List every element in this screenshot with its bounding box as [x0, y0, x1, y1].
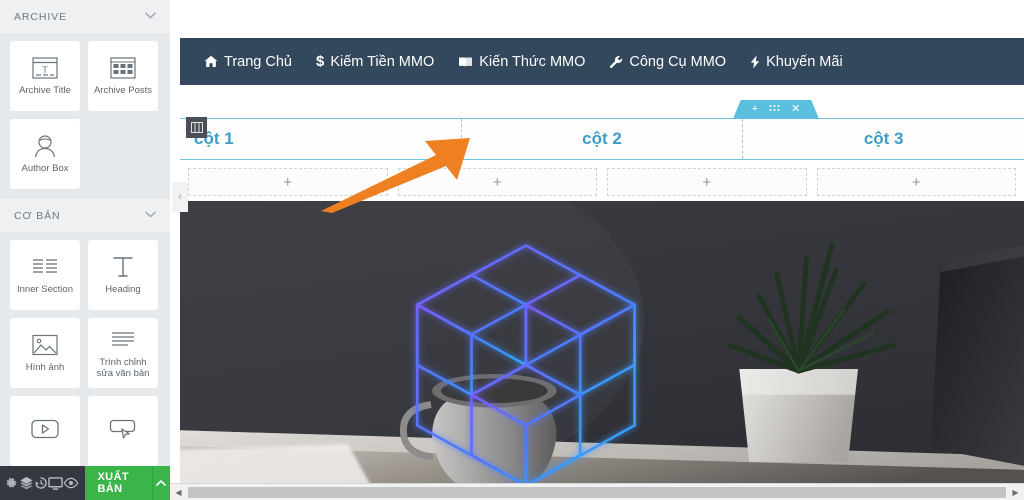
column-label: cột 3: [863, 129, 904, 148]
panel-section-header-archive[interactable]: ARCHIVE: [0, 0, 170, 33]
widget-grid-archive: T Archive Title Archive Posts Author Box: [0, 33, 170, 199]
chevron-down-icon[interactable]: [145, 11, 156, 22]
home-icon: [204, 55, 218, 68]
horizontal-scrollbar[interactable]: ◀ ▶: [170, 483, 1024, 500]
nav-item-label: Công Cụ MMO: [629, 53, 727, 70]
add-section-icon[interactable]: +: [752, 104, 758, 115]
add-widget-box-3[interactable]: +: [607, 168, 807, 196]
responsive-mode-icon[interactable]: [48, 466, 64, 500]
widget-tile-archive-title[interactable]: T Archive Title: [10, 41, 80, 111]
widget-tile-text-editor[interactable]: Trình chỉnh sửa văn bản: [88, 318, 158, 388]
bolt-icon: [750, 55, 760, 69]
nav-item-cong-cu-mmo[interactable]: Công Cụ MMO: [597, 54, 738, 70]
text-editor-icon: [109, 327, 137, 353]
scrollbar-thumb[interactable]: [188, 486, 1006, 498]
widget-tile-author-box[interactable]: Author Box: [10, 119, 80, 189]
wrench-icon: [609, 55, 623, 69]
plus-icon: +: [283, 173, 293, 191]
archive-posts-icon: [109, 55, 137, 81]
nav-item-label: Khuyến Mãi: [766, 53, 843, 70]
column-layout-icon[interactable]: [186, 117, 207, 138]
close-section-icon[interactable]: ✕: [791, 104, 800, 115]
editor-canvas[interactable]: Trang Chủ $ Kiếm Tiền MMO Kiến Thức MMO …: [170, 0, 1024, 500]
column-label: cột 1: [194, 129, 234, 148]
add-widget-box-4[interactable]: +: [816, 168, 1016, 196]
layers-navigator-icon[interactable]: [19, 466, 34, 500]
image-icon: [31, 332, 59, 358]
hero-image: [180, 201, 1024, 500]
plus-icon: +: [492, 173, 502, 191]
widget-tile-label: Author Box: [21, 163, 69, 175]
settings-gear-icon[interactable]: [4, 466, 19, 500]
author-box-icon: [31, 133, 59, 159]
video-icon: [31, 416, 59, 442]
widget-tile-label: Heading: [105, 284, 141, 296]
publish-button-label: XUẤT BẢN: [97, 471, 129, 495]
plus-icon: +: [911, 173, 921, 191]
book-icon: [458, 56, 473, 68]
archive-title-icon: T: [31, 55, 59, 81]
nav-item-label: Trang Chủ: [224, 53, 292, 70]
dollar-icon: $: [315, 53, 325, 70]
widget-tile-label: Archive Posts: [93, 85, 153, 97]
widget-tile-label: Archive Title: [19, 85, 71, 97]
panel-section-title: CƠ BẢN: [14, 209, 61, 222]
caret-up-icon[interactable]: [151, 466, 171, 500]
desk-photo-with-neon-cube: [180, 201, 1024, 498]
widget-tile-video[interactable]: [10, 396, 80, 466]
column-1[interactable]: cột 1: [180, 117, 462, 159]
panel-section-header-co-ban[interactable]: CƠ BẢN: [0, 199, 170, 232]
panel-section-title: ARCHIVE: [14, 10, 67, 23]
column-label: cột 2: [582, 129, 622, 148]
drag-section-icon[interactable]: [769, 104, 780, 115]
plus-icon: +: [702, 173, 712, 191]
column-3[interactable]: cột 3: [743, 119, 1024, 159]
chevron-down-icon[interactable]: [145, 210, 156, 221]
nav-item-kiem-tien-mmo[interactable]: $ Kiếm Tiền MMO: [304, 53, 446, 70]
nav-item-kien-thuc-mmo[interactable]: Kiến Thức MMO: [446, 54, 597, 70]
scroll-right-arrow-icon[interactable]: ▶: [1007, 484, 1024, 500]
widget-tile-label: Hình ảnh: [25, 362, 65, 374]
section-columns[interactable]: cột 1 cột 2 cột 3: [180, 117, 1024, 160]
collapse-panel-chevron-icon[interactable]: ‹: [172, 182, 188, 212]
history-icon[interactable]: [34, 466, 49, 500]
editor-bottom-bar: XUẤT BẢN: [0, 466, 171, 500]
widget-tile-label: Inner Section: [17, 284, 73, 296]
nav-item-label: Kiếm Tiền MMO: [330, 53, 435, 70]
widget-tile-inner-section[interactable]: Inner Section: [10, 240, 80, 310]
column-2[interactable]: cột 2: [462, 119, 744, 159]
site-navbar: Trang Chủ $ Kiếm Tiền MMO Kiến Thức MMO …: [180, 38, 1024, 85]
publish-button[interactable]: XUẤT BẢN: [85, 466, 152, 500]
preview-eye-icon[interactable]: [63, 466, 79, 500]
svg-text:T: T: [42, 65, 48, 75]
widget-grid-co-ban: Inner Section Heading Hình ảnh Trình chỉ…: [0, 232, 170, 476]
widget-tile-archive-posts[interactable]: Archive Posts: [88, 41, 158, 111]
scroll-left-arrow-icon[interactable]: ◀: [170, 484, 187, 500]
nav-item-label: Kiến Thức MMO: [479, 53, 586, 70]
inner-section-icon: [31, 254, 59, 280]
nav-item-khuyen-mai[interactable]: Khuyến Mãi: [738, 54, 855, 70]
heading-icon: [109, 254, 137, 280]
widget-panel[interactable]: ARCHIVE T Archive Title Archive Posts Au…: [0, 0, 170, 500]
add-widget-box-2[interactable]: +: [397, 168, 597, 196]
widget-tile-button[interactable]: [88, 396, 158, 466]
widget-tile-heading[interactable]: Heading: [88, 240, 158, 310]
add-widget-box-1[interactable]: +: [188, 168, 388, 196]
widget-tile-label: Trình chỉnh sửa văn bản: [96, 357, 150, 379]
widget-tile-image[interactable]: Hình ảnh: [10, 318, 80, 388]
add-widget-row: + + + +: [180, 164, 1024, 200]
section-handle-toolbar[interactable]: + ✕: [733, 100, 819, 119]
nav-item-trang-chu[interactable]: Trang Chủ: [192, 54, 304, 70]
button-icon: [109, 416, 137, 442]
